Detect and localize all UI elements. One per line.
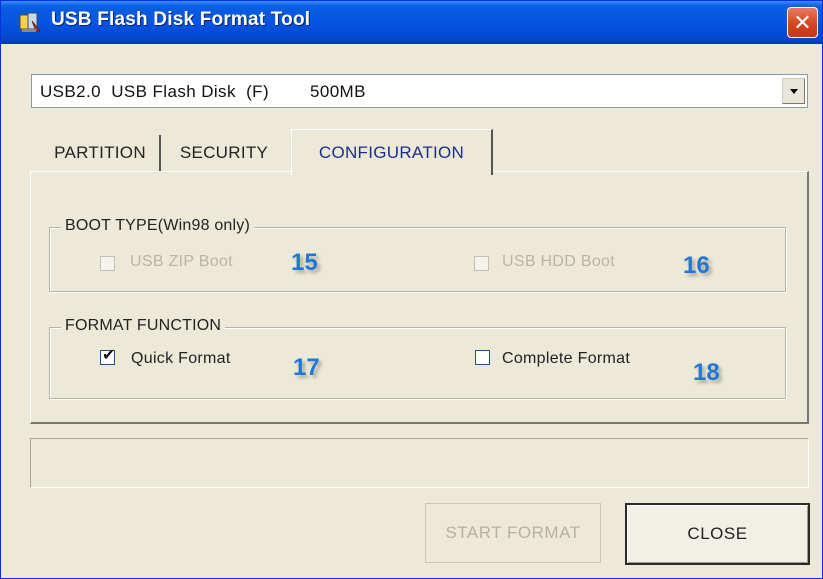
- callout-18: 18: [693, 359, 720, 386]
- boot-type-legend: BOOT TYPE(Win98 only): [61, 217, 254, 235]
- callout-16: 16: [683, 252, 710, 279]
- format-function-legend: FORMAT FUNCTION: [61, 317, 226, 335]
- format-tool-window: USB Flash Disk Format Tool ✕ USB2.0 USB …: [0, 0, 823, 579]
- usb-zip-boot-label: USB ZIP Boot: [130, 253, 233, 270]
- usb-hdd-boot-checkbox[interactable]: [474, 256, 489, 271]
- usb-zip-boot-checkbox[interactable]: [100, 256, 115, 271]
- close-icon: ✕: [793, 10, 812, 35]
- complete-format-label: Complete Format: [502, 350, 631, 367]
- tab-partition[interactable]: PARTITION: [41, 135, 161, 171]
- tab-configuration[interactable]: CONFIGURATION: [291, 129, 493, 175]
- title-bar[interactable]: USB Flash Disk Format Tool ✕: [1, 1, 822, 44]
- tab-security[interactable]: SECURITY: [163, 135, 285, 171]
- quick-format-label: Quick Format: [131, 350, 231, 367]
- dropdown-arrow-button[interactable]: [782, 78, 805, 104]
- callout-17: 17: [293, 354, 320, 381]
- start-format-button[interactable]: START FORMAT: [425, 503, 601, 563]
- device-select[interactable]: USB2.0 USB Flash Disk (F) 500MB: [31, 74, 808, 108]
- close-button[interactable]: CLOSE: [625, 503, 810, 565]
- app-icon: [19, 12, 41, 32]
- callout-15: 15: [291, 249, 318, 276]
- quick-format-checkbox[interactable]: ✔: [100, 347, 116, 365]
- complete-format-checkbox[interactable]: [475, 350, 490, 365]
- window-title: USB Flash Disk Format Tool: [51, 9, 311, 30]
- close-window-button[interactable]: ✕: [787, 7, 818, 38]
- device-select-value: USB2.0 USB Flash Disk (F) 500MB: [40, 82, 366, 101]
- status-bar: [30, 438, 809, 488]
- usb-hdd-boot-label: USB HDD Boot: [502, 253, 615, 270]
- checkmark-icon: ✔: [102, 347, 116, 364]
- chevron-down-icon: [790, 89, 798, 94]
